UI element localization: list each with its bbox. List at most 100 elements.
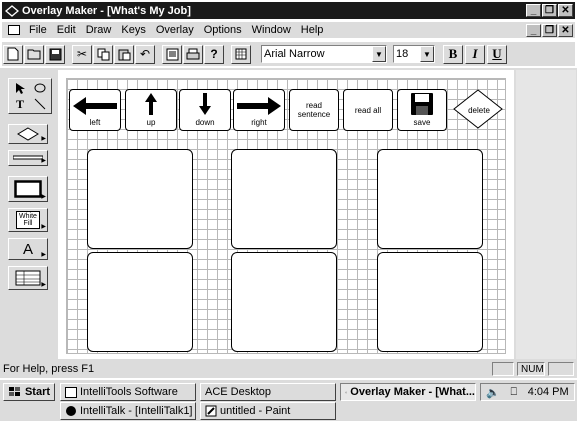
task-intellitalk[interactable]: IntelliTalk - [IntelliTalk1] (60, 402, 196, 420)
overlay-cell-1[interactable] (87, 149, 193, 249)
text-tool-icon[interactable]: T (11, 97, 29, 111)
key-label: delete (468, 105, 490, 115)
task-paint[interactable]: untitled - Paint (200, 402, 336, 420)
key-label: down (195, 118, 215, 127)
key-label: read all (354, 105, 382, 115)
key-save[interactable]: save (397, 89, 447, 131)
line-style-tool[interactable]: ▶ (8, 150, 48, 166)
rectangle-border-icon (14, 180, 42, 198)
print-preview-icon[interactable] (162, 44, 182, 64)
chevron-down-icon[interactable]: ▼ (420, 46, 434, 62)
fill-color-tool[interactable]: White Fill ▶ (8, 208, 48, 232)
task-intellitools-software[interactable]: IntelliTools Software (60, 383, 196, 401)
key-left[interactable]: left (69, 89, 121, 131)
pointer-tool-icon[interactable] (11, 81, 29, 95)
overlay-grid[interactable]: left up down right read sentence read al… (66, 78, 506, 354)
document-system-menu-icon[interactable] (8, 25, 20, 35)
overlay-maker-app-icon (345, 391, 348, 393)
minimize-button[interactable]: _ (526, 4, 541, 17)
status-panel-empty (492, 362, 514, 376)
work-area: T ▶ ▶ ▶ White Fill ▶ A ▶ ▶ left up down … (0, 68, 577, 360)
key-down[interactable]: down (179, 89, 231, 131)
font-name-value: Arial Narrow (264, 48, 325, 60)
table-layout-tool[interactable]: ▶ (8, 266, 48, 290)
border-style-tool[interactable]: ▶ (8, 176, 48, 202)
menu-help[interactable]: Help (296, 24, 329, 36)
overlay-cell-4[interactable] (87, 252, 193, 352)
menu-options[interactable]: Options (199, 24, 247, 36)
system-tray: 🔈 ⎕ 4:04 PM (480, 383, 575, 401)
underline-button[interactable]: U (487, 44, 507, 64)
menu-bar: File Edit Draw Keys Overlay Options Wind… (2, 22, 575, 38)
task-label: Overlay Maker - [What... (350, 386, 475, 398)
menu-draw[interactable]: Draw (81, 24, 117, 36)
ellipse-tool-icon[interactable] (31, 81, 49, 95)
speaker-icon[interactable]: 🔈 (486, 386, 500, 399)
arrow-down-icon (199, 93, 211, 115)
key-right[interactable]: right (233, 89, 285, 131)
font-size-value: 18 (396, 48, 409, 60)
close-button[interactable]: ✕ (558, 4, 573, 17)
clock[interactable]: 4:04 PM (528, 386, 569, 398)
key-label: up (146, 118, 156, 127)
undo-icon[interactable]: ↶ (135, 44, 155, 64)
key-read-sentence[interactable]: read sentence (289, 89, 339, 131)
grid-icon[interactable] (231, 44, 251, 64)
line-style-icon (13, 155, 43, 160)
save-icon[interactable] (45, 44, 65, 64)
drawing-tools-palette: T ▶ ▶ ▶ White Fill ▶ A ▶ ▶ (8, 78, 52, 296)
task-ace-desktop[interactable]: ACE Desktop (200, 383, 336, 401)
overlay-cell-5[interactable] (231, 252, 337, 352)
title-bar: Overlay Maker - [What's My Job] _ ❐ ✕ (2, 2, 575, 19)
overlay-canvas[interactable]: left up down right read sentence read al… (58, 70, 514, 359)
task-overlay-maker[interactable]: Overlay Maker - [What... (340, 383, 476, 401)
key-label: read sentence (297, 101, 331, 119)
selection-tools: T (8, 78, 52, 114)
arrow-right-icon (237, 97, 281, 115)
bold-button[interactable]: B (443, 44, 463, 64)
text-style-label: A (22, 240, 33, 258)
network-icon[interactable]: ⎕ (511, 386, 518, 399)
start-button[interactable]: Start (3, 383, 55, 401)
menu-keys[interactable]: Keys (116, 24, 150, 36)
line-tool-icon[interactable] (31, 97, 49, 111)
menu-edit[interactable]: Edit (52, 24, 81, 36)
key-read-all[interactable]: read all (343, 89, 393, 131)
new-file-icon[interactable] (3, 44, 23, 64)
font-name-select[interactable]: Arial Narrow ▼ (261, 45, 387, 63)
paint-app-icon (205, 405, 217, 417)
paste-icon[interactable] (114, 44, 134, 64)
key-label: left (89, 118, 101, 127)
menu-window[interactable]: Window (247, 24, 296, 36)
print-icon[interactable] (183, 44, 203, 64)
arrow-up-icon (145, 93, 157, 115)
open-folder-icon[interactable] (24, 44, 44, 64)
overlay-cell-3[interactable] (377, 149, 483, 249)
key-delete[interactable]: delete (453, 89, 505, 131)
overlay-cell-6[interactable] (377, 252, 483, 352)
font-size-select[interactable]: 18 ▼ (393, 45, 435, 63)
doc-close-button[interactable]: ✕ (558, 23, 573, 37)
text-style-tool[interactable]: A ▶ (8, 238, 48, 260)
copy-icon[interactable] (93, 44, 113, 64)
help-icon[interactable]: ? (204, 44, 224, 64)
task-label: IntelliTalk - [IntelliTalk1] (80, 405, 193, 417)
doc-minimize-button[interactable]: _ (526, 23, 541, 37)
num-lock-indicator: NUM (517, 362, 545, 376)
arrow-left-icon (73, 97, 117, 115)
menu-file[interactable]: File (24, 24, 52, 36)
key-up[interactable]: up (125, 89, 177, 131)
menu-overlay[interactable]: Overlay (151, 24, 199, 36)
status-bar: For Help, press F1 NUM (0, 360, 577, 378)
italic-button[interactable]: I (465, 44, 485, 64)
overlay-cell-2[interactable] (231, 149, 337, 249)
restore-button[interactable]: ❐ (542, 4, 557, 17)
shape-diamond-tool[interactable]: ▶ (8, 124, 48, 144)
table-grid-icon (15, 270, 41, 286)
floppy-disk-icon (411, 93, 433, 115)
window-title: Overlay Maker - [What's My Job] (22, 4, 191, 17)
cut-icon[interactable]: ✂ (72, 44, 92, 64)
doc-restore-button[interactable]: ❐ (542, 23, 557, 37)
status-panel-empty-2 (548, 362, 574, 376)
chevron-down-icon[interactable]: ▼ (372, 46, 386, 62)
